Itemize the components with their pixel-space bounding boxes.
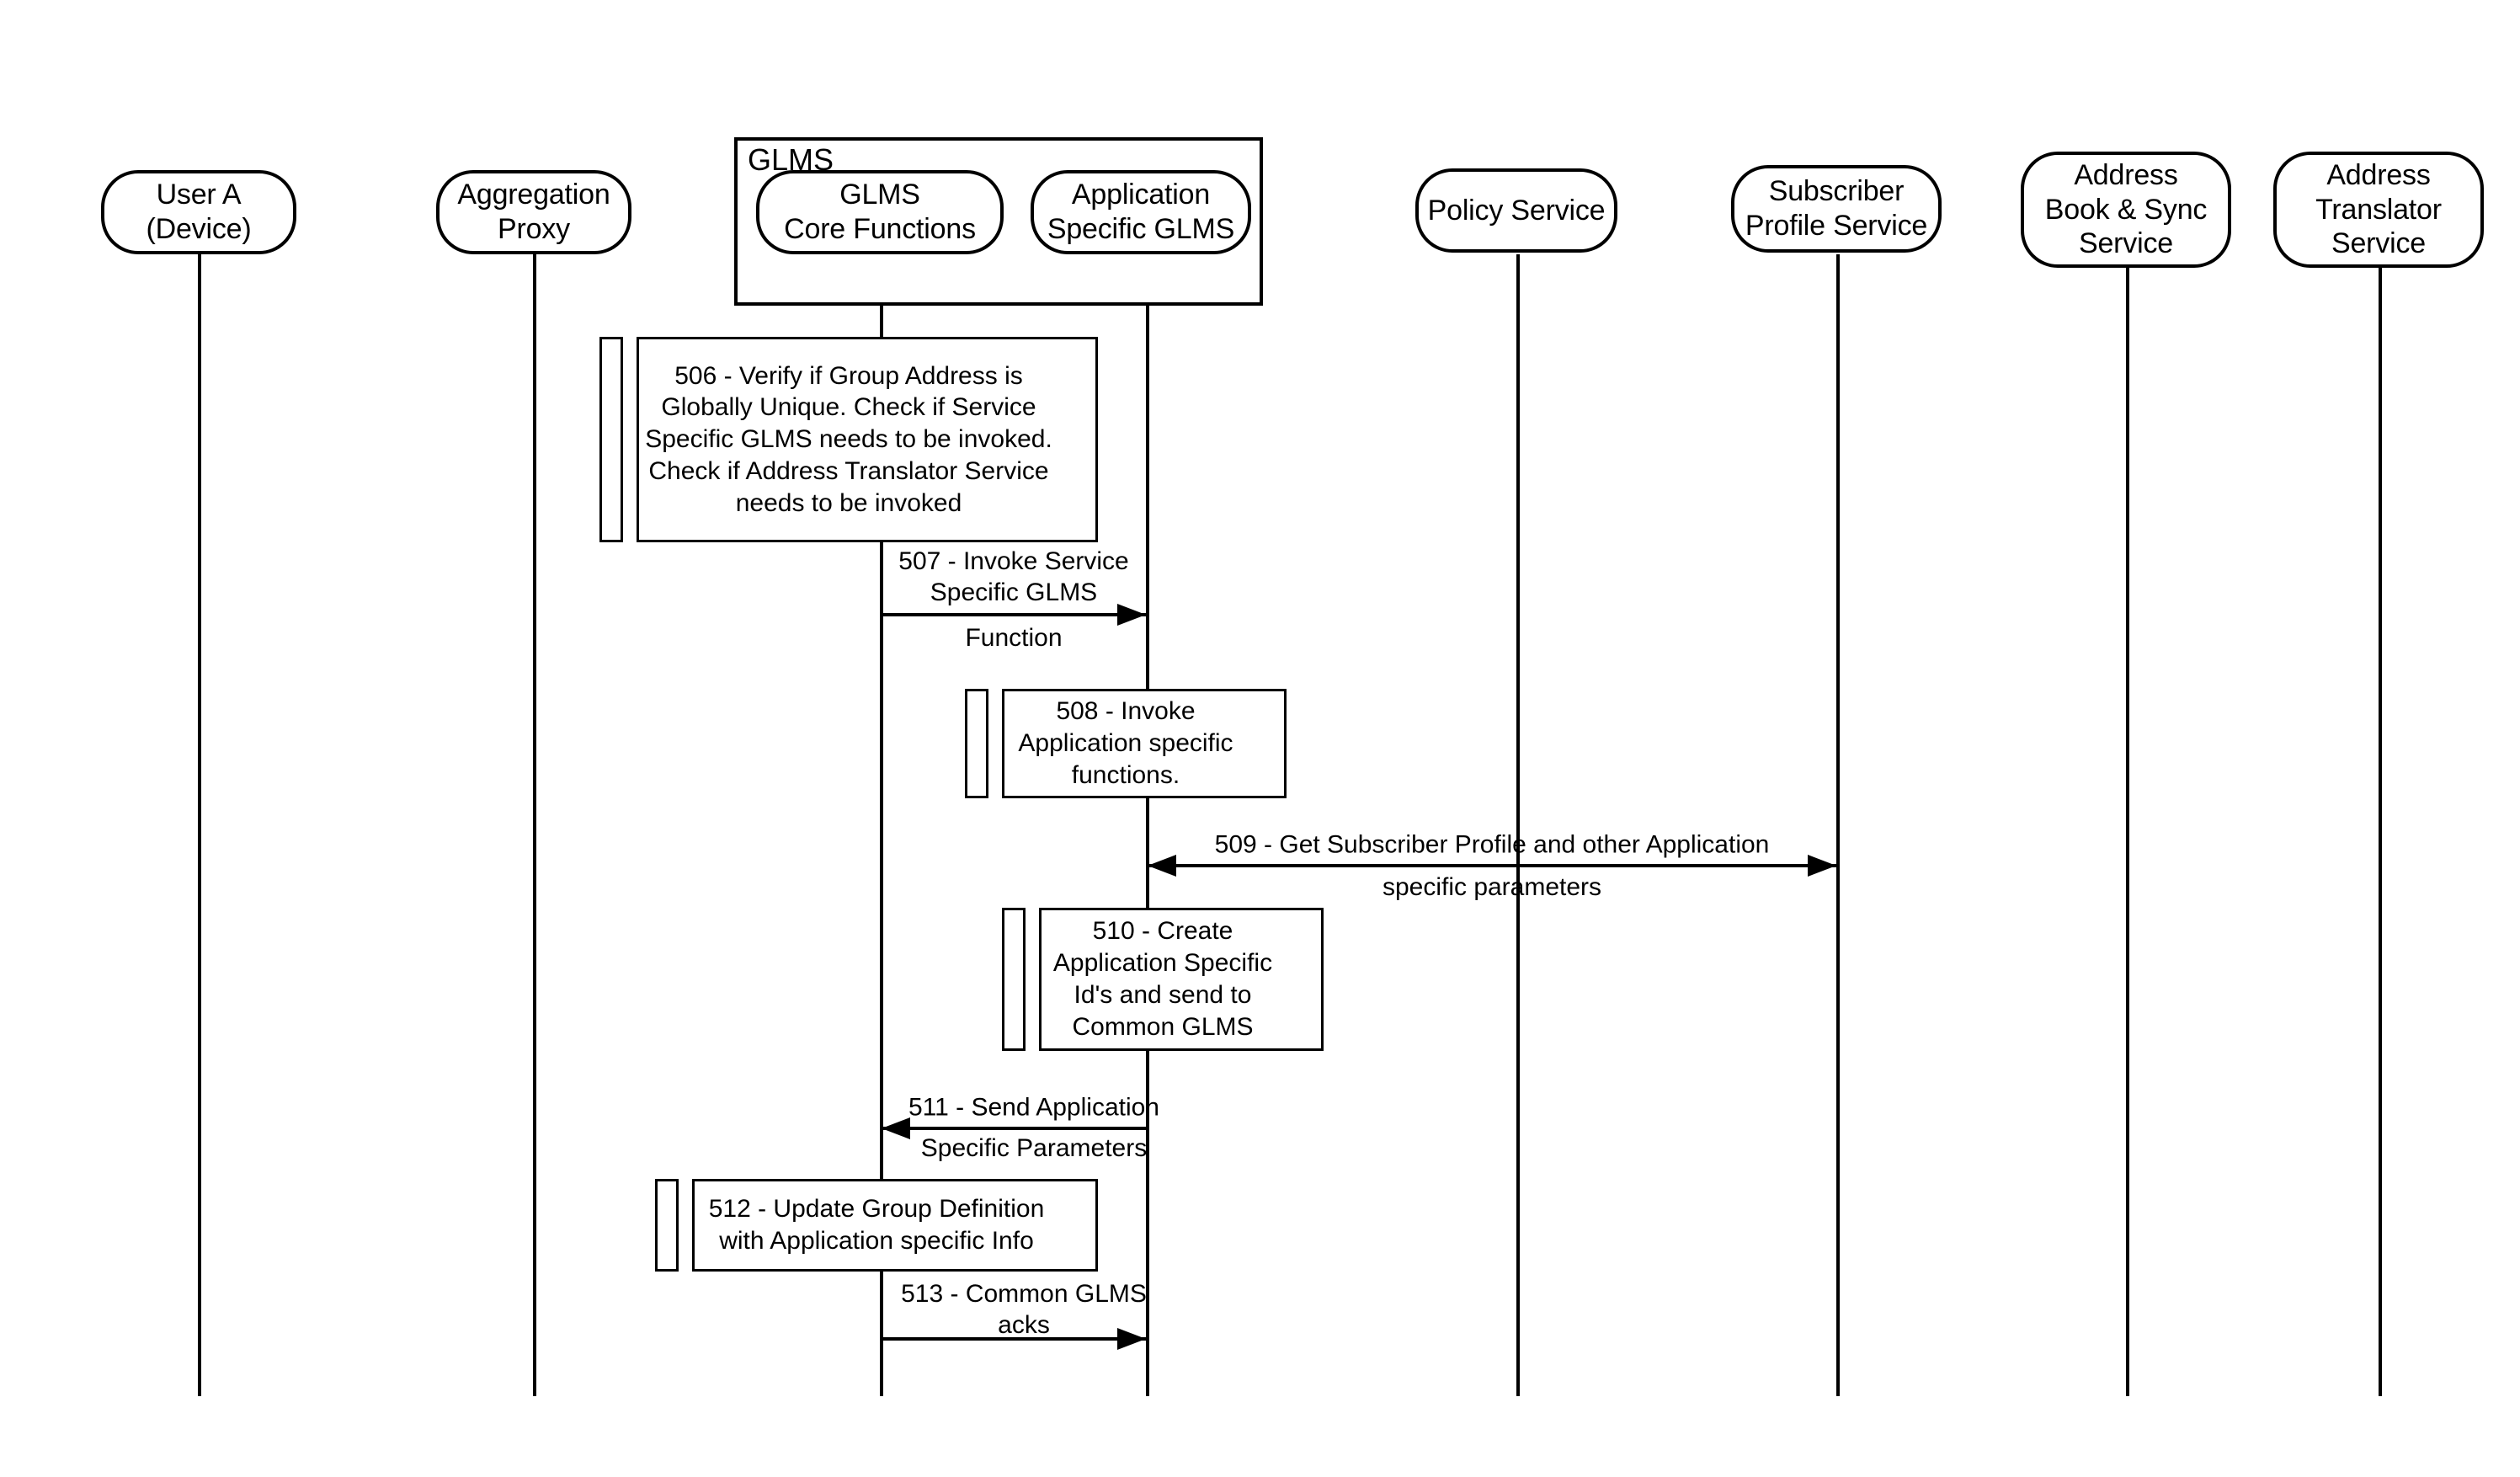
lifeline-header-subscriber-profile-label: Subscriber Profile Service bbox=[1745, 175, 1928, 242]
sequence-diagram-canvas: GLMS User A (Device) Aggregation Proxy G… bbox=[0, 0, 2520, 1477]
lifeline-line-address-translator bbox=[2379, 268, 2382, 1396]
message-509-line bbox=[1148, 864, 1836, 867]
message-507-line bbox=[882, 613, 1146, 616]
lifeline-header-address-book-sync[interactable]: Address Book & Sync Service bbox=[2021, 152, 2231, 268]
lifeline-line-policy-service bbox=[1516, 254, 1520, 1396]
message-509-arrowhead-right bbox=[1808, 855, 1836, 877]
lifeline-header-app-specific-glms[interactable]: Application Specific GLMS bbox=[1031, 170, 1251, 254]
note-510-text: 510 - Create Application Specific Id's a… bbox=[1052, 917, 1273, 1041]
lifeline-header-subscriber-profile[interactable]: Subscriber Profile Service bbox=[1731, 165, 1942, 253]
message-511-arrowhead-left bbox=[882, 1117, 910, 1139]
message-509-label-above: 509 - Get Subscriber Profile and other A… bbox=[1214, 830, 1770, 859]
note-508-text: 508 - Invoke Application specific functi… bbox=[1018, 697, 1233, 789]
lifeline-line-aggregation-proxy bbox=[533, 254, 536, 1396]
message-511-label-below: Specific Parameters bbox=[920, 1134, 1148, 1162]
lifeline-header-user-a-label: User A (Device) bbox=[146, 179, 252, 245]
lifeline-header-aggregation-proxy-label: Aggregation Proxy bbox=[457, 179, 610, 245]
message-511-label-above: 511 - Send Application bbox=[908, 1093, 1159, 1122]
message-507-label-below: Function bbox=[965, 624, 1063, 652]
lifeline-header-address-book-sync-label: Address Book & Sync Service bbox=[2044, 158, 2208, 260]
lifeline-header-address-translator[interactable]: Address Translator Service bbox=[2273, 152, 2484, 268]
lifeline-line-subscriber-profile bbox=[1836, 254, 1840, 1396]
message-509-label-below: specific parameters bbox=[1382, 873, 1602, 901]
lifeline-header-policy-service-label: Policy Service bbox=[1427, 194, 1606, 227]
message-511-line bbox=[882, 1127, 1146, 1130]
lifeline-line-app-specific-glms bbox=[1146, 237, 1149, 1396]
lifeline-header-aggregation-proxy[interactable]: Aggregation Proxy bbox=[436, 170, 631, 254]
note-510: 510 - Create Application Specific Id's a… bbox=[1002, 908, 1324, 1051]
message-513-label-above: 513 - Common GLMS acks bbox=[901, 1279, 1147, 1339]
lifeline-header-address-translator-label: Address Translator Service bbox=[2315, 158, 2442, 260]
lifeline-header-glms-core-label: GLMS Core Functions bbox=[784, 179, 976, 245]
note-512: 512 - Update Group Definition with Appli… bbox=[655, 1179, 1098, 1272]
note-512-text: 512 - Update Group Definition with Appli… bbox=[708, 1195, 1045, 1255]
lifeline-header-app-specific-glms-label: Application Specific GLMS bbox=[1047, 179, 1235, 245]
message-507-label-above: 507 - Invoke Service Specific GLMS bbox=[898, 547, 1129, 606]
lifeline-header-user-a[interactable]: User A (Device) bbox=[101, 170, 296, 254]
lifeline-header-policy-service[interactable]: Policy Service bbox=[1415, 168, 1617, 253]
note-506-text: 506 - Verify if Group Address is Globall… bbox=[645, 361, 1052, 517]
lifeline-header-glms-core[interactable]: GLMS Core Functions bbox=[756, 170, 1004, 254]
note-508: 508 - Invoke Application specific functi… bbox=[965, 689, 1287, 798]
lifeline-line-user-a bbox=[198, 254, 201, 1396]
note-506: 506 - Verify if Group Address is Globall… bbox=[599, 337, 1098, 542]
lifeline-line-address-book-sync bbox=[2126, 268, 2129, 1396]
message-509-arrowhead-left bbox=[1148, 855, 1176, 877]
